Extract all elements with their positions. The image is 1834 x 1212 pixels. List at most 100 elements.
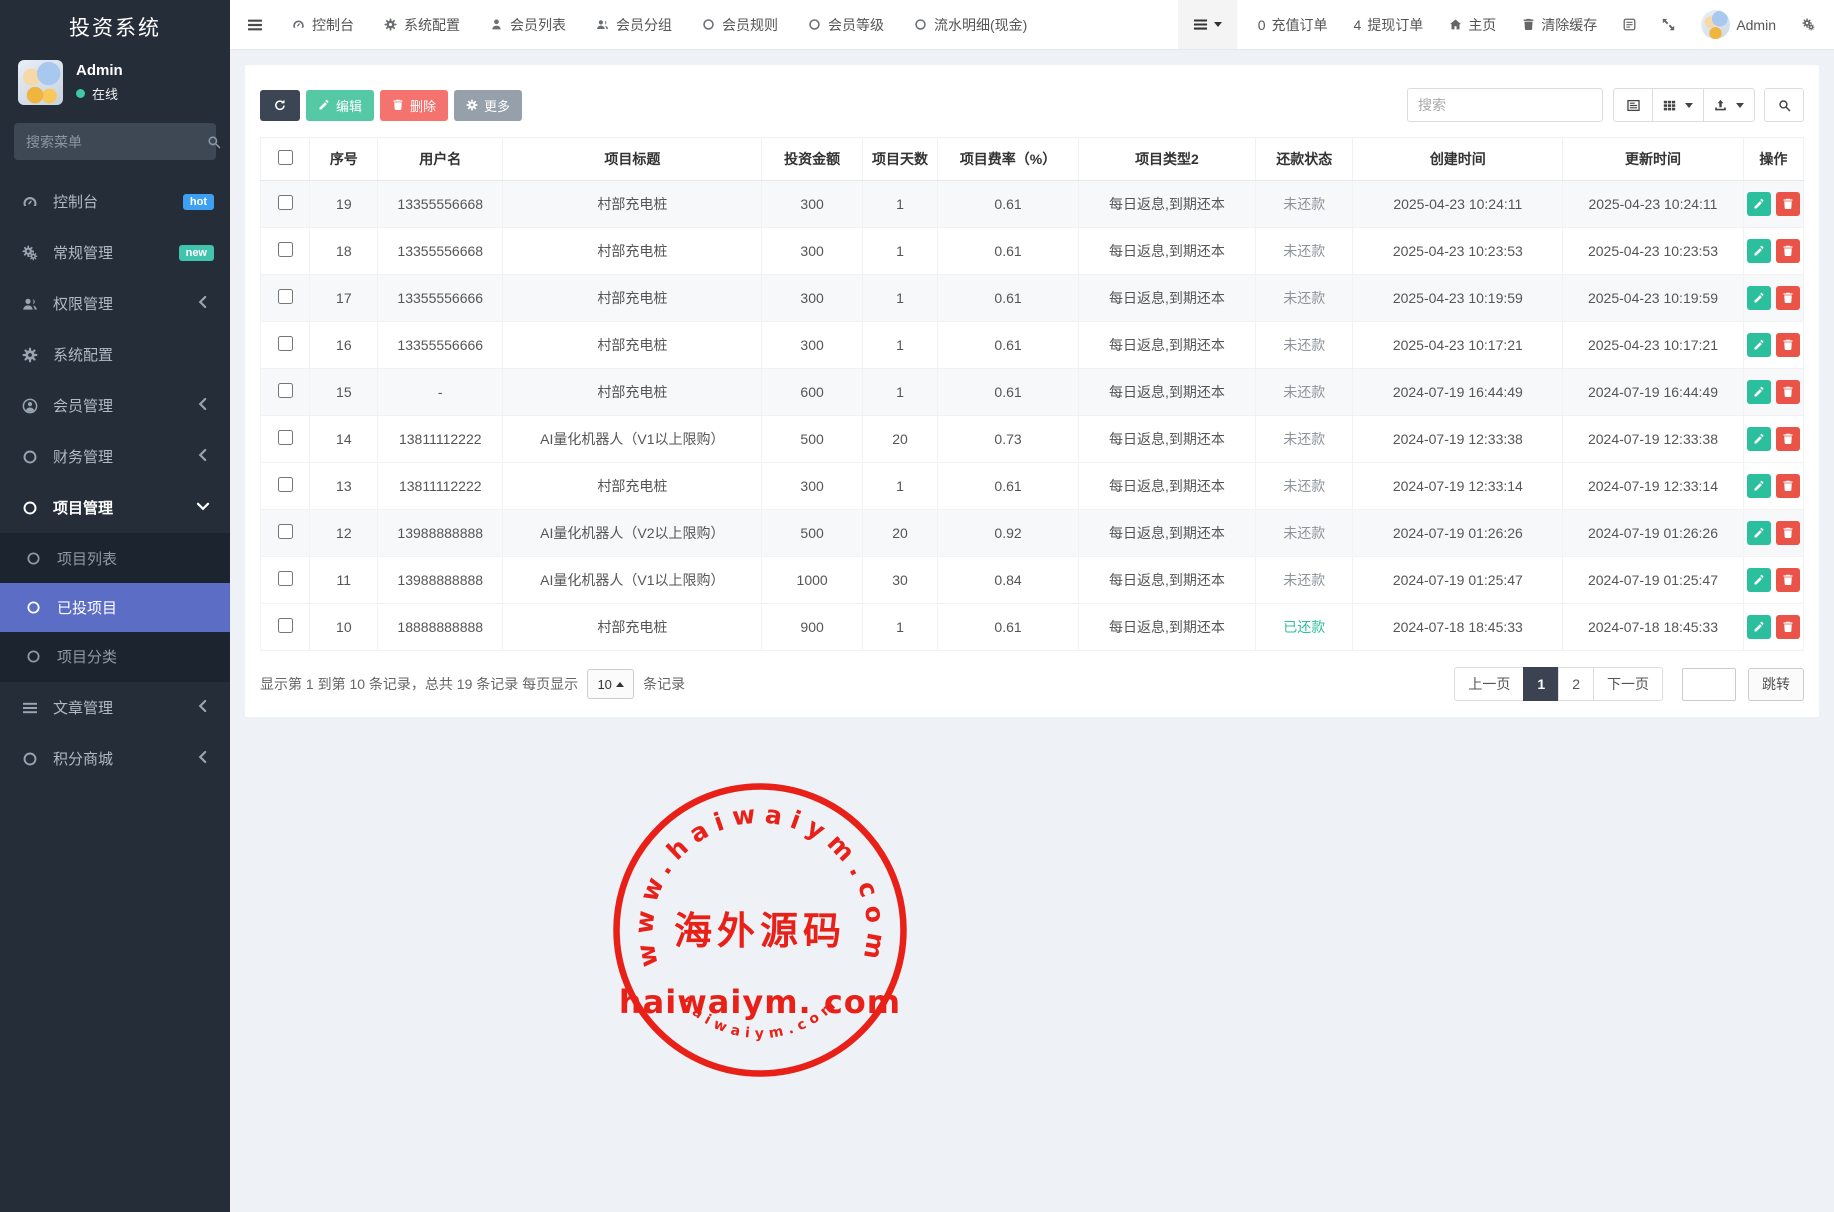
page-size-dropdown[interactable]: 10 xyxy=(587,669,634,699)
sidebar-item[interactable]: 财务管理 xyxy=(0,431,230,482)
row-edit-button[interactable] xyxy=(1747,192,1771,216)
delete-button[interactable]: 删除 xyxy=(380,90,448,121)
table-row: 1913355556668村部充电桩30010.61每日返息,到期还本未还款20… xyxy=(261,181,1804,228)
cell-created: 2025-04-23 10:23:53 xyxy=(1353,228,1563,275)
row-checkbox[interactable] xyxy=(278,289,293,304)
column-header[interactable]: 项目类型2 xyxy=(1078,138,1255,181)
sidebar-item[interactable]: 积分商城 xyxy=(0,733,230,784)
pencil-icon xyxy=(1753,339,1765,351)
select-all-checkbox[interactable] xyxy=(278,150,293,165)
column-header[interactable]: 更新时间 xyxy=(1563,138,1744,181)
column-header[interactable]: 项目天数 xyxy=(862,138,938,181)
sidebar-item[interactable]: 控制台hot xyxy=(0,176,230,227)
clear-cache-link[interactable]: 清除缓存 xyxy=(1509,15,1610,35)
nav-tab[interactable]: 系统配置 xyxy=(384,15,460,35)
row-checkbox[interactable] xyxy=(278,383,293,398)
sidebar-search-input[interactable] xyxy=(26,134,207,150)
submenu-item[interactable]: 项目列表 xyxy=(0,534,230,583)
column-header[interactable]: 还款状态 xyxy=(1256,138,1353,181)
row-edit-button[interactable] xyxy=(1747,286,1771,310)
nav-tab[interactable]: 会员规则 xyxy=(702,15,778,35)
page-button[interactable]: 2 xyxy=(1558,667,1594,701)
row-edit-button[interactable] xyxy=(1747,615,1771,639)
cell-type: 每日返息,到期还本 xyxy=(1078,463,1255,510)
row-checkbox[interactable] xyxy=(278,242,293,257)
table-search-input[interactable] xyxy=(1407,88,1603,122)
column-header[interactable]: 创建时间 xyxy=(1353,138,1563,181)
row-delete-button[interactable] xyxy=(1776,286,1800,310)
row-checkbox[interactable] xyxy=(278,524,293,539)
refresh-button[interactable] xyxy=(260,90,300,121)
sidebar-item[interactable]: 常规管理new xyxy=(0,227,230,278)
row-delete-button[interactable] xyxy=(1776,427,1800,451)
sidebar-item[interactable]: 会员管理 xyxy=(0,380,230,431)
column-header[interactable]: 用户名 xyxy=(378,138,503,181)
row-edit-button[interactable] xyxy=(1747,568,1771,592)
columns-button[interactable] xyxy=(1652,88,1704,122)
page-button[interactable]: 下一页 xyxy=(1593,667,1663,701)
cell-updated: 2024-07-19 16:44:49 xyxy=(1563,369,1744,416)
jump-page-input[interactable] xyxy=(1682,668,1736,701)
row-delete-button[interactable] xyxy=(1776,568,1800,592)
row-edit-button[interactable] xyxy=(1747,427,1771,451)
row-delete-button[interactable] xyxy=(1776,474,1800,498)
nav-tab[interactable]: 会员分组 xyxy=(596,15,672,35)
nav-tab[interactable]: 控制台 xyxy=(292,15,354,35)
nav-tab[interactable]: 会员列表 xyxy=(490,15,566,35)
row-edit-button[interactable] xyxy=(1747,380,1771,404)
cell-created: 2024-07-19 12:33:38 xyxy=(1353,416,1563,463)
jump-button[interactable]: 跳转 xyxy=(1748,668,1804,701)
homepage-link[interactable]: 主页 xyxy=(1436,15,1509,35)
more-button[interactable]: 更多 xyxy=(454,90,522,121)
recharge-orders-link[interactable]: 0充值订单 xyxy=(1245,15,1341,35)
page-button[interactable]: 上一页 xyxy=(1454,667,1524,701)
column-header[interactable]: 项目费率（%） xyxy=(938,138,1078,181)
row-checkbox[interactable] xyxy=(278,477,293,492)
sidebar-item[interactable]: 权限管理 xyxy=(0,278,230,329)
row-checkbox[interactable] xyxy=(278,430,293,445)
detail-view-button[interactable] xyxy=(1613,88,1653,122)
cell-actions xyxy=(1743,322,1803,369)
translate-button[interactable] xyxy=(1610,18,1649,31)
row-delete-button[interactable] xyxy=(1776,239,1800,263)
sidebar-item[interactable]: 项目管理 xyxy=(0,482,230,533)
nav-menu-toggle-button[interactable] xyxy=(1178,0,1237,49)
column-header[interactable]: 序号 xyxy=(310,138,378,181)
sidebar-toggle-button[interactable] xyxy=(230,17,280,33)
search-toggle-button[interactable] xyxy=(1764,88,1804,122)
row-checkbox[interactable] xyxy=(278,336,293,351)
sidebar-item[interactable]: 文章管理 xyxy=(0,682,230,733)
row-edit-button[interactable] xyxy=(1747,521,1771,545)
sidebar-item[interactable]: 系统配置 xyxy=(0,329,230,380)
user-menu[interactable]: Admin xyxy=(1688,10,1789,39)
edit-button[interactable]: 编辑 xyxy=(306,90,374,121)
row-edit-button[interactable] xyxy=(1747,239,1771,263)
row-select-cell xyxy=(261,181,310,228)
settings-button[interactable] xyxy=(1789,18,1828,31)
nav-tab-label: 会员列表 xyxy=(510,15,566,35)
submenu-item[interactable]: 项目分类 xyxy=(0,632,230,681)
column-header[interactable]: 投资金额 xyxy=(762,138,862,181)
page-button[interactable]: 1 xyxy=(1523,667,1559,701)
row-delete-button[interactable] xyxy=(1776,521,1800,545)
column-header[interactable]: 操作 xyxy=(1743,138,1803,181)
row-checkbox[interactable] xyxy=(278,195,293,210)
submenu-item[interactable]: 已投项目 xyxy=(0,583,230,632)
nav-tab[interactable]: 流水明细(现金) xyxy=(914,15,1027,35)
fullscreen-button[interactable] xyxy=(1649,18,1688,31)
row-delete-button[interactable] xyxy=(1776,192,1800,216)
cell-actions xyxy=(1743,181,1803,228)
chevron-left-icon xyxy=(195,698,214,714)
projects-table: 序号用户名项目标题投资金额项目天数项目费率（%）项目类型2还款状态创建时间更新时… xyxy=(260,137,1804,651)
column-header[interactable]: 项目标题 xyxy=(503,138,762,181)
row-checkbox[interactable] xyxy=(278,618,293,633)
row-edit-button[interactable] xyxy=(1747,333,1771,357)
export-button[interactable] xyxy=(1703,88,1755,122)
withdraw-orders-link[interactable]: 4提现订单 xyxy=(1341,15,1437,35)
row-edit-button[interactable] xyxy=(1747,474,1771,498)
row-delete-button[interactable] xyxy=(1776,380,1800,404)
row-checkbox[interactable] xyxy=(278,571,293,586)
row-delete-button[interactable] xyxy=(1776,333,1800,357)
row-delete-button[interactable] xyxy=(1776,615,1800,639)
nav-tab[interactable]: 会员等级 xyxy=(808,15,884,35)
